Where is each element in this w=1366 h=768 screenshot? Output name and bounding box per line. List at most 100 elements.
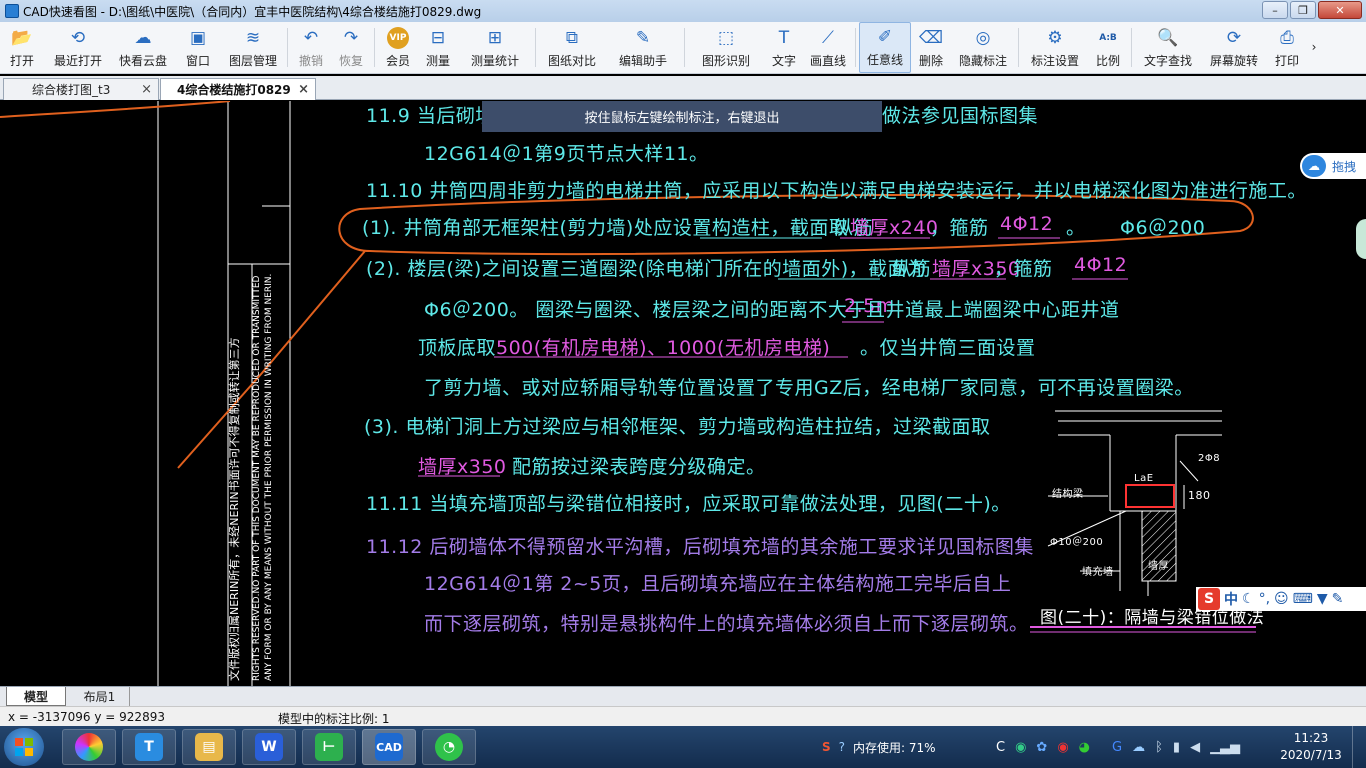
toolbar-label: 标注设置 bbox=[1030, 54, 1079, 68]
toolbar-measure-stats-button[interactable]: ⊞ 测量统计 bbox=[458, 22, 532, 73]
tray-gear-icon[interactable]: ✿ bbox=[1036, 740, 1047, 755]
toolbar-freehand-button[interactable]: ✐ 任意线 bbox=[859, 22, 911, 73]
app-colorball-icon bbox=[75, 733, 103, 761]
toolbar-text-search-button[interactable]: 🔍 文字查找 bbox=[1135, 22, 1201, 73]
toolbar-layers-button[interactable]: ≋ 图层管理 bbox=[222, 22, 284, 73]
drawing-canvas[interactable]: 11.9 当后砌填充墙 做法参见国标图集 12G614＠1第9页节点大样11。 … bbox=[0, 101, 1366, 686]
taskbar-app-3[interactable]: ▤ bbox=[182, 729, 236, 765]
note-line: (3). 电梯门洞上方过梁应与相邻框架、剪力墙或构造柱拉结，过梁截面取 bbox=[364, 416, 991, 438]
side-handle[interactable] bbox=[1356, 219, 1366, 259]
show-desktop-button[interactable] bbox=[1352, 726, 1366, 768]
text-search-icon: 🔍 bbox=[1157, 28, 1179, 48]
measure-stats-icon: ⊞ bbox=[487, 28, 503, 48]
toolbar-cloud-button[interactable]: ☁ 快看云盘 bbox=[112, 22, 174, 73]
app-green-icon: ⊢ bbox=[315, 733, 343, 761]
toolbar-folder-open-button[interactable]: 📂 打开 bbox=[0, 22, 44, 73]
toolbar-edit-assistant-button[interactable]: ✎ 编辑助手 bbox=[605, 22, 681, 73]
toolbar-annotation-settings-button[interactable]: ⚙ 标注设置 bbox=[1022, 22, 1088, 73]
note-line: 11.11 当填充墙顶部与梁错位相接时，应采取可靠做法处理，见图(二十)。 bbox=[366, 493, 1011, 515]
toolbar-hide-annotation-button[interactable]: ◎ 隐藏标注 bbox=[951, 22, 1015, 73]
toolbar-label: 图形识别 bbox=[701, 54, 750, 68]
memory-usage[interactable]: 内存使用: 71% bbox=[853, 739, 936, 756]
note-line: 11.10 井筒四周非剪力墙的电梯井筒，应采用以下构造以满足电梯安装运行，并以电… bbox=[366, 180, 1307, 202]
toolbar-separator bbox=[855, 28, 856, 67]
moon-icon[interactable]: ☾ bbox=[1242, 591, 1255, 607]
taskbar-app-1[interactable] bbox=[62, 729, 116, 765]
tray-icons: C ◉ ✿ ◉ ◕ G ☁ ᛒ ▮ ◀ ▁▃▅ bbox=[996, 726, 1240, 768]
toolbar-print-button[interactable]: ⎙ 打印 bbox=[1267, 22, 1307, 73]
punct-icon[interactable]: °, bbox=[1259, 591, 1270, 607]
toolbar-label: 图纸对比 bbox=[547, 54, 596, 68]
toolbar-separator bbox=[1131, 28, 1132, 67]
tray-wechat-icon[interactable]: ◕ bbox=[1079, 740, 1090, 755]
tab-layout1[interactable]: 布局1 bbox=[70, 687, 130, 706]
document-tabs: 综合楼打图_t3 × 4综合楼结施打0829 × bbox=[0, 76, 1366, 100]
hide-annotation-icon: ◎ bbox=[975, 28, 991, 48]
maximize-button[interactable]: ❐ bbox=[1290, 1, 1316, 19]
toolbar-text-button[interactable]: T 文字 bbox=[764, 22, 804, 73]
copyright-line: ANY FORM OR BY ANY MEANS WITHOUT THE PRI… bbox=[264, 273, 274, 681]
tab-model[interactable]: 模型 bbox=[6, 687, 66, 706]
toolbar-scale-button[interactable]: A:B 比例 bbox=[1088, 22, 1128, 73]
tray-red-icon[interactable]: ◉ bbox=[1057, 740, 1068, 755]
minimize-button[interactable]: – bbox=[1262, 1, 1288, 19]
toolbar-label: 快看云盘 bbox=[118, 54, 167, 68]
tray-green-icon[interactable]: ◉ bbox=[1015, 740, 1026, 755]
toolbar-vip-button[interactable]: VIP 会员 bbox=[378, 22, 418, 73]
toolbar-label: 会员 bbox=[385, 54, 410, 68]
clock[interactable]: 11:23 2020/7/13 bbox=[1280, 730, 1342, 764]
toolbar-eraser-button[interactable]: ⌫ 删除 bbox=[911, 22, 951, 73]
keyboard-icon[interactable]: ⌨ bbox=[1293, 591, 1313, 607]
taskbar-app-7[interactable]: ◔ bbox=[422, 729, 476, 765]
shirt-icon[interactable]: ▼ bbox=[1317, 591, 1328, 607]
network-icon[interactable]: ▁▃▅ bbox=[1210, 740, 1240, 755]
toolbar-line-button[interactable]: ⟋ 画直线 bbox=[804, 22, 852, 73]
note-line: 。仅当井筒三面设置 bbox=[860, 337, 1036, 359]
ime-lang[interactable]: 中 bbox=[1224, 589, 1238, 609]
taskbar-app-2[interactable]: T bbox=[122, 729, 176, 765]
detail-label: LaE bbox=[1134, 473, 1154, 484]
start-button[interactable] bbox=[4, 728, 44, 766]
smile-icon[interactable]: ☺ bbox=[1274, 591, 1289, 607]
taskbar-app-5[interactable]: ⊢ bbox=[302, 729, 356, 765]
toolbar-label: 窗口 bbox=[185, 54, 210, 68]
toolbar-compare-button[interactable]: ⧉ 图纸对比 bbox=[539, 22, 605, 73]
tray-cloud-icon[interactable]: ☁ bbox=[1132, 740, 1145, 755]
detail-label: 墙厚 bbox=[1148, 561, 1169, 572]
tray-c[interactable]: C bbox=[996, 740, 1005, 755]
note-line: 配筋按过梁表跨度分级确定。 bbox=[512, 456, 766, 478]
clock-date: 2020/7/13 bbox=[1280, 748, 1342, 762]
sogou-tray-icon[interactable]: S bbox=[822, 740, 831, 754]
tab-close-icon[interactable]: × bbox=[298, 82, 309, 97]
taskbar-app-cad[interactable]: CAD bbox=[362, 729, 416, 765]
taskbar-app-4[interactable]: W bbox=[242, 729, 296, 765]
system-tray: S ? 内存使用: 71% bbox=[822, 726, 936, 768]
note-line: 顶板底取 bbox=[418, 337, 497, 359]
toolbar-more-button[interactable]: › bbox=[1307, 22, 1321, 73]
ime-toolbar[interactable]: S 中 ☾ °, ☺ ⌨ ▼ ✎ bbox=[1196, 587, 1366, 611]
toolbar-measure-button[interactable]: ⊟ 测量 bbox=[418, 22, 458, 73]
toolbar-window-button[interactable]: ▣ 窗口 bbox=[174, 22, 222, 73]
tab-doc-2[interactable]: 4综合楼结施打0829 × bbox=[160, 78, 316, 100]
cloud-drag-pill[interactable]: ☁ 拖拽 bbox=[1300, 153, 1366, 179]
note-line: (2). 楼层(梁)之间设置三道圈梁(除电梯门所在的墙面外)，截面为 bbox=[366, 258, 927, 280]
toolbar-label: 最近打开 bbox=[53, 54, 102, 68]
line-icon: ⟋ bbox=[822, 28, 834, 48]
tab-doc-1[interactable]: 综合楼打图_t3 × bbox=[3, 78, 159, 100]
toolbar-label: 测量统计 bbox=[470, 54, 519, 68]
volume-icon[interactable]: ◀ bbox=[1190, 740, 1200, 755]
bluetooth-icon[interactable]: ᛒ bbox=[1155, 740, 1163, 755]
toolbar-undo-button[interactable]: ↶ 撤销 bbox=[291, 22, 331, 73]
toolbar-redo-button[interactable]: ↷ 恢复 bbox=[331, 22, 371, 73]
help-tray-icon[interactable]: ? bbox=[839, 740, 845, 754]
drawing-hint: 按住鼠标左键绘制标注，右键退出 bbox=[482, 101, 882, 132]
close-button[interactable]: ✕ bbox=[1318, 1, 1362, 19]
tab-close-icon[interactable]: × bbox=[141, 82, 152, 97]
toolbar-screen-rotate-button[interactable]: ⟳ 屏幕旋转 bbox=[1201, 22, 1267, 73]
battery-icon[interactable]: ▮ bbox=[1173, 740, 1180, 755]
tray-g-icon[interactable]: G bbox=[1112, 740, 1122, 755]
toolbar-shape-recognize-button[interactable]: ⬚ 图形识别 bbox=[688, 22, 764, 73]
cloud-icon: ☁ bbox=[134, 28, 152, 48]
toolbar-recent-button[interactable]: ⟲ 最近打开 bbox=[44, 22, 112, 73]
wrench-icon[interactable]: ✎ bbox=[1332, 591, 1344, 607]
